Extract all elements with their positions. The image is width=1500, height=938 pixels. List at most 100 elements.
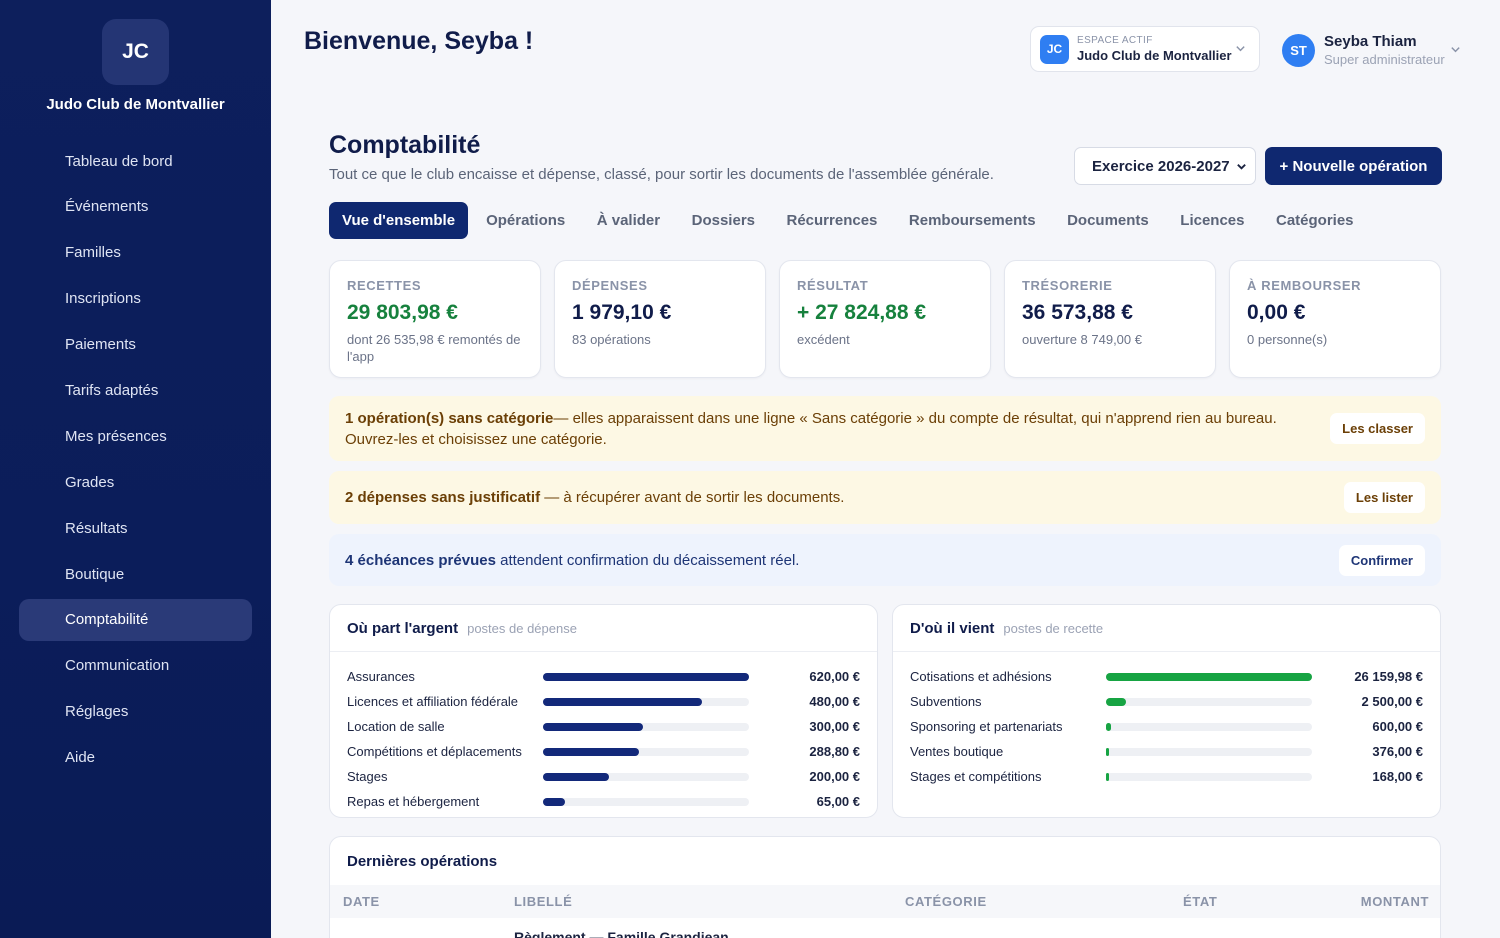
breakdown-bar-track [543, 697, 749, 706]
kpi-note: excédent [797, 332, 850, 347]
fiscal-year-select[interactable]: Exercice 2026-2027 [1074, 147, 1256, 185]
kpi-note: dont 26 535,98 € remontés de l'app [347, 332, 521, 364]
confirm-button[interactable]: Confirmer [1338, 544, 1425, 576]
tab-operations[interactable]: Opérations [486, 212, 565, 229]
breakdown-bar [543, 672, 749, 681]
breakdown-row: Ventes boutique 376,00 € [910, 739, 1423, 764]
sidebar-item-boutique[interactable]: Boutique [19, 553, 252, 595]
tab-documents[interactable]: Documents [1067, 212, 1149, 229]
calendar-icon [33, 197, 52, 216]
breakdown-bar-track [1106, 722, 1312, 731]
kpi-card: DÉPENSES 1 979,10 € 83 opérations [554, 260, 766, 378]
column-status[interactable]: ÉTAT [1183, 894, 1217, 909]
chevron-down-icon [1236, 46, 1245, 52]
breakdown-row: Location de salle 300,00 € [347, 714, 860, 739]
kpi-value: 36 573,88 € [1022, 301, 1133, 324]
planned-payments-alert: 4 échéances prévues attendent confirmati… [329, 534, 1441, 586]
breakdown-row: Subventions 2 500,00 € [910, 689, 1423, 714]
breakdown-value: 376,00 € [1372, 744, 1423, 759]
user-name: Seyba Thiam [1324, 33, 1417, 50]
breakdown-value: 26 159,98 € [1354, 669, 1423, 684]
sidebar-item-resultats[interactable]: Résultats [19, 507, 252, 549]
list-receipts-button[interactable]: Les lister [1343, 482, 1425, 513]
breakdown-label: Location de salle [347, 719, 445, 734]
sidebar-item-paiements[interactable]: Paiements [19, 324, 252, 366]
breakdown-label: Cotisations et adhésions [910, 669, 1052, 684]
breakdown-label: Assurances [347, 669, 415, 684]
breakdown-row: Stages et compétitions 168,00 € [910, 764, 1423, 789]
tab-vue-d-ensemble[interactable]: Vue d'ensemble [329, 202, 469, 239]
tab-categories[interactable]: Catégories [1276, 212, 1354, 229]
new-operation-button[interactable]: + Nouvelle opération [1265, 147, 1442, 185]
welcome-title: Bienvenue, Seyba ! [304, 27, 534, 55]
breakdown-label: Compétitions et déplacements [347, 744, 522, 759]
active-space-switcher[interactable]: JC ESPACE ACTIF Judo Club de Montvallier [1030, 26, 1260, 72]
sidebar-item-inscriptions[interactable]: Inscriptions [19, 278, 252, 320]
sidebar-item-familles[interactable]: Familles [19, 232, 252, 274]
tab-a-valider[interactable]: À valider [597, 212, 660, 229]
income-panel-subtitle: postes de recette [1003, 620, 1104, 636]
club-name: Judo Club de Montvallier [46, 96, 225, 113]
missing-receipts-title: 2 dépenses sans justificatif [345, 489, 541, 506]
club-logo[interactable]: JC [102, 19, 169, 85]
space-label: ESPACE ACTIF [1077, 35, 1153, 46]
column-label[interactable]: LIBELLÉ [514, 894, 572, 909]
breakdown-label: Repas et hébergement [347, 794, 480, 809]
sidebar-item-grades[interactable]: Grades [19, 461, 252, 503]
income-panel: D'où il vient postes de recette Cotisati… [892, 604, 1441, 818]
tag-icon [33, 381, 52, 400]
table-row[interactable]: Règlement — Famille Grandjean [514, 929, 729, 938]
breakdown-bar-track [1106, 672, 1312, 681]
kpi-label: RÉSULTAT [797, 278, 869, 293]
breakdown-bar-track [543, 672, 749, 681]
breakdown-label: Stages et compétitions [910, 769, 1042, 784]
sidebar: JC Judo Club de Montvallier Tableau de b… [0, 0, 271, 938]
missing-receipts-alert: 2 dépenses sans justificatif — à récupér… [329, 471, 1441, 524]
breakdown-value: 2 500,00 € [1361, 694, 1423, 709]
sidebar-item-mes-presences[interactable]: Mes présences [19, 415, 252, 457]
breakdown-row: Stages 200,00 € [347, 764, 860, 789]
breakdown-value: 65,00 € [816, 794, 860, 809]
sidebar-item-reglages[interactable]: Réglages [19, 691, 252, 733]
classify-button[interactable]: Les classer [1330, 413, 1425, 444]
breakdown-bar-track [1106, 747, 1312, 756]
planned-payments-text: attendent confirmation du décaissement r… [495, 551, 800, 569]
expenses-panel: Où part l'argent postes de dépense Assur… [329, 604, 878, 818]
tab-recurrences[interactable]: Récurrences [787, 212, 878, 229]
space-badge: JC [1040, 34, 1069, 64]
page-subtitle: Tout ce que le club encaisse et dépense,… [329, 166, 994, 183]
column-date[interactable]: DATE [343, 894, 380, 909]
home-icon [33, 152, 52, 171]
sidebar-item-comptabilite[interactable]: Comptabilité [19, 598, 252, 641]
sidebar-item-communication[interactable]: Communication [19, 645, 252, 687]
breakdown-bar [543, 722, 643, 731]
sidebar-item-label: Mes présences [65, 427, 167, 445]
page-title: Comptabilité [329, 131, 481, 159]
kpi-label: À REMBOURSER [1247, 278, 1362, 293]
user-menu[interactable]: ST Seyba Thiam Super administrateur [1282, 31, 1467, 69]
sidebar-item-aide[interactable]: Aide [19, 737, 252, 779]
sidebar-item-label: Grades [65, 473, 115, 491]
breakdown-bar-track [543, 747, 749, 756]
breakdown-bar [543, 697, 703, 706]
breakdown-bar-track [1106, 697, 1312, 706]
gear-icon [33, 702, 52, 721]
sidebar-item-evenements[interactable]: Événements [19, 186, 252, 228]
ledger-icon [33, 610, 52, 629]
column-amount[interactable]: MONTANT [1361, 894, 1429, 909]
breakdown-value: 600,00 € [1372, 719, 1423, 734]
tab-remboursements[interactable]: Remboursements [909, 212, 1036, 229]
breakdown-bar-track [543, 797, 749, 806]
tab-licences[interactable]: Licences [1180, 212, 1244, 229]
column-category[interactable]: CATÉGORIE [905, 894, 987, 909]
sidebar-item-label: Communication [65, 657, 170, 675]
sidebar-item-label: Comptabilité [65, 611, 149, 629]
tab-dossiers[interactable]: Dossiers [692, 212, 755, 229]
sidebar-item-label: Réglages [65, 703, 129, 721]
breakdown-value: 300,00 € [809, 719, 860, 734]
kpi-card: TRÉSORERIE 36 573,88 € ouverture 8 749,00 … [1004, 260, 1216, 378]
sidebar-item-label: Événements [65, 198, 149, 216]
breakdown-value: 288,80 € [809, 744, 860, 759]
sidebar-item-tableau-de-bord[interactable]: Tableau de bord [19, 140, 252, 182]
sidebar-item-tarifs-adaptes[interactable]: Tarifs adaptés [19, 369, 252, 411]
